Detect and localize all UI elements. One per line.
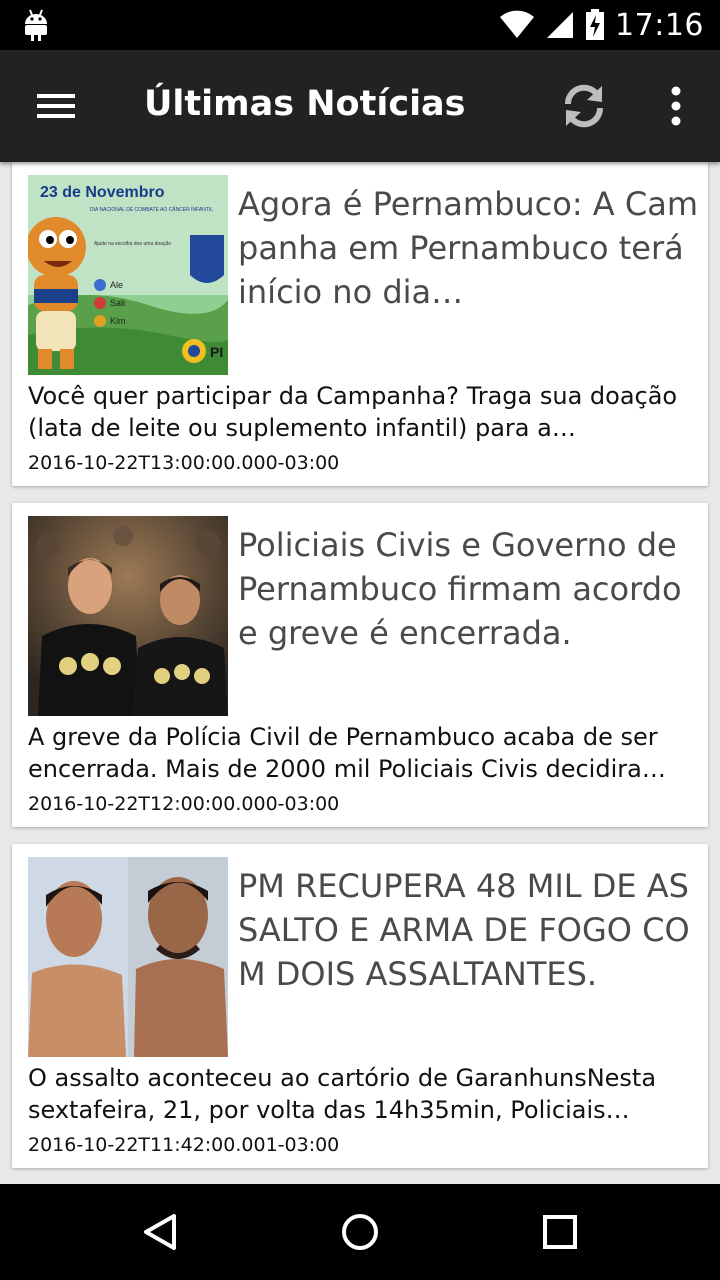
android-icon	[25, 9, 47, 41]
recents-button[interactable]	[520, 1202, 600, 1262]
clock: 17:16	[615, 7, 704, 43]
back-icon	[144, 1214, 176, 1250]
recents-icon	[543, 1215, 577, 1249]
news-card[interactable]: 23 de Novembro DIA NACIONAL DE COMBATE A…	[12, 162, 708, 486]
article-headline: PM RECUPERA 48 MIL DE ASSALTO E ARMA DE …	[238, 867, 690, 993]
refresh-button[interactable]	[548, 76, 620, 136]
wifi-icon	[500, 10, 535, 38]
thumbnail-caption-text: DIA NACIONAL DE COMBATE AO CÂNCER INFANT…	[90, 206, 213, 213]
menu-icon	[37, 94, 75, 118]
thumbnail-badge-text: PI	[210, 344, 223, 360]
status-icons: 17:16	[499, 0, 704, 50]
refresh-icon	[564, 84, 604, 128]
overflow-menu-icon	[671, 86, 681, 126]
overflow-menu-button[interactable]	[648, 76, 704, 136]
article-summary: O assalto aconteceu ao cartório de Garan…	[28, 1064, 657, 1124]
thumbnail-sub-text: Ajude na escolha doe uma doação	[94, 241, 171, 247]
news-card[interactable]: Policiais Civis e Governo de Pernambuco …	[12, 503, 708, 827]
article-summary: Você quer participar da Campanha? Traga …	[28, 382, 678, 442]
signal-icon	[547, 12, 574, 38]
thumbnail-option-3: Kim	[110, 316, 126, 326]
app-bar: Últimas Notícias	[0, 50, 720, 162]
article-timestamp: 2016-10-22T13:00:00.000-03:00	[28, 452, 340, 474]
article-headline: Policiais Civis e Governo de Pernambuco …	[238, 526, 682, 652]
article-thumbnail: 23 de Novembro DIA NACIONAL DE COMBATE A…	[28, 175, 228, 375]
page-title: Últimas Notícias	[144, 84, 466, 124]
navigation-bar	[0, 1184, 720, 1280]
thumbnail-date-text: 23 de Novembro	[40, 184, 165, 201]
news-card[interactable]: PM RECUPERA 48 MIL DE ASSALTO E ARMA DE …	[12, 844, 708, 1168]
home-icon	[342, 1214, 378, 1250]
screen: 17:16 Últimas Notícias 23 de Novembro DI…	[0, 0, 720, 1280]
news-feed[interactable]: 23 de Novembro DIA NACIONAL DE COMBATE A…	[0, 162, 720, 1186]
article-thumbnail	[28, 857, 228, 1057]
thumbnail-option-1: Ale	[110, 280, 123, 290]
article-timestamp: 2016-10-22T11:42:00.001-03:00	[28, 1134, 340, 1156]
back-button[interactable]	[120, 1202, 200, 1262]
article-thumbnail	[28, 516, 228, 716]
article-headline: Agora é Pernambuco: A Campanha em Pernam…	[238, 185, 698, 311]
article-summary: A greve da Polícia Civil de Pernambuco a…	[28, 723, 666, 783]
status-bar: 17:16	[0, 0, 720, 50]
battery-charging-icon	[586, 9, 605, 40]
menu-button[interactable]	[24, 80, 88, 132]
home-button[interactable]	[320, 1202, 400, 1262]
thumbnail-option-2: Sali	[110, 298, 125, 308]
article-timestamp: 2016-10-22T12:00:00.000-03:00	[28, 793, 340, 815]
